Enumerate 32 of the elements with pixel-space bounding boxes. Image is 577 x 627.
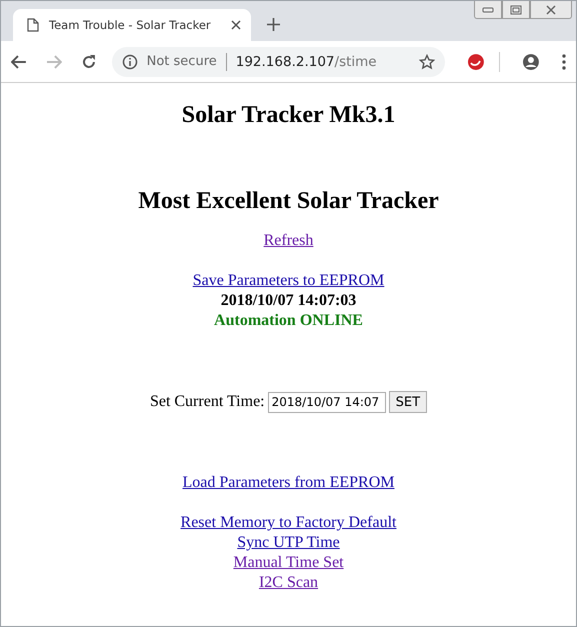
time-label: Set Current Time: xyxy=(150,393,265,411)
close-icon[interactable] xyxy=(231,20,241,30)
minimize-icon[interactable] xyxy=(474,1,502,19)
tab-title: Team Trouble - Solar Tracker xyxy=(49,18,212,32)
new-tab-icon[interactable] xyxy=(267,18,280,31)
time-field[interactable]: 2018/10/07 14:07 xyxy=(268,392,386,412)
security-label: Not secure xyxy=(146,54,217,69)
link[interactable]: Reset Memory to Factory Default xyxy=(180,514,396,531)
url-text: 192.168.2.107/stime xyxy=(236,54,378,70)
menu-icon[interactable] xyxy=(562,54,566,70)
link[interactable]: Manual Time Set xyxy=(233,554,344,571)
extension-icon[interactable] xyxy=(467,52,486,70)
date-time: 2018/10/07 14:07:03 xyxy=(220,291,358,311)
maximize-icon[interactable] xyxy=(502,1,530,19)
link[interactable]: Refresh xyxy=(264,232,314,249)
set-button[interactable]: SET xyxy=(388,391,428,413)
link[interactable]: Save Parameters to EEPROM xyxy=(192,272,384,289)
address-bar[interactable]: Not secure 192.168.2.107/stime xyxy=(112,46,446,76)
link[interactable]: I2C Scan xyxy=(258,574,318,591)
link[interactable]: Sync UTP Time xyxy=(237,534,340,551)
close-icon[interactable] xyxy=(530,1,572,19)
star-icon[interactable] xyxy=(419,54,436,70)
page-title: Solar Tracker Mk3.1 xyxy=(180,101,396,129)
page-heading: Most Excellent Solar Tracker xyxy=(137,187,440,215)
info-icon[interactable] xyxy=(122,54,138,70)
browser-tab[interactable]: Team Trouble - Solar Tracker xyxy=(13,9,251,41)
account-icon[interactable] xyxy=(522,52,540,70)
reload-icon[interactable] xyxy=(80,54,97,70)
back-icon[interactable] xyxy=(11,54,27,68)
automation-status: Automation ONLINE xyxy=(213,311,364,331)
link[interactable]: Load Parameters from EEPROM xyxy=(182,474,394,491)
document-icon xyxy=(27,18,39,32)
